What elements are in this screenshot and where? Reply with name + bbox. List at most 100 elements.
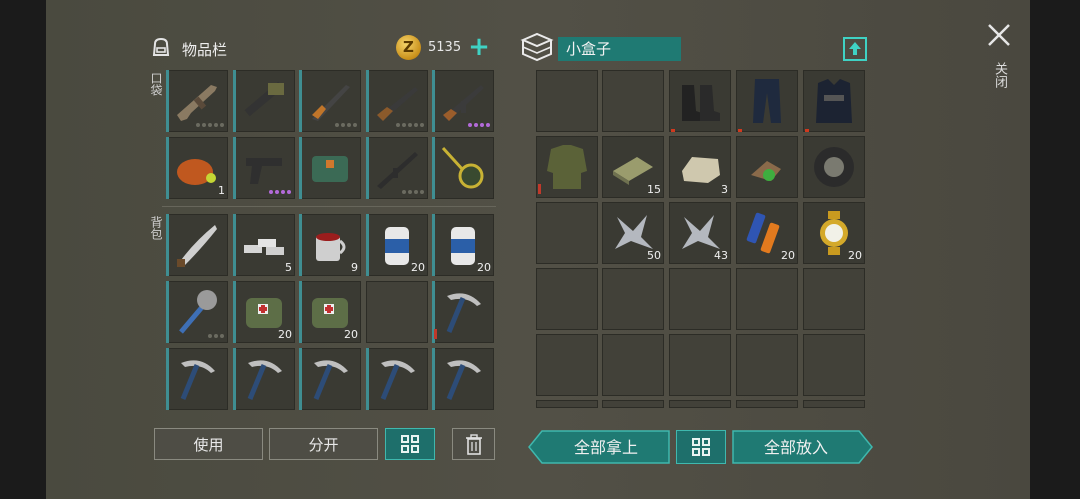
inventory-slot[interactable] xyxy=(803,400,865,408)
inventory-slot[interactable] xyxy=(432,70,494,132)
upgrade-dots xyxy=(208,334,224,338)
inventory-slot[interactable] xyxy=(803,268,865,330)
grid-icon xyxy=(692,438,710,456)
put-all-button[interactable]: 全部放入 xyxy=(732,430,873,464)
inventory-slot[interactable] xyxy=(803,334,865,396)
police-vest-icon xyxy=(816,79,852,123)
inventory-slot[interactable] xyxy=(736,268,798,330)
inventory-slot[interactable] xyxy=(602,400,664,408)
inventory-slot[interactable] xyxy=(233,348,295,410)
inventory-slot[interactable]: 20 xyxy=(299,281,361,343)
slot-indicator xyxy=(299,281,302,343)
inventory-slot[interactable] xyxy=(536,400,598,408)
inventory-slot[interactable] xyxy=(602,268,664,330)
inventory-slot[interactable] xyxy=(233,137,295,199)
inventory-slot[interactable]: 20 xyxy=(432,214,494,276)
inventory-slot[interactable]: 50 xyxy=(602,202,664,264)
trash-button[interactable] xyxy=(452,428,495,460)
item-quantity: 20 xyxy=(781,249,795,262)
put-all-label: 全部放入 xyxy=(764,438,828,457)
pickaxe-icon xyxy=(446,293,481,333)
container-name[interactable]: 小盒子 xyxy=(558,37,681,61)
add-coins-button[interactable]: + xyxy=(466,34,492,60)
inventory-slot[interactable] xyxy=(432,281,494,343)
inventory-slot[interactable] xyxy=(602,70,664,132)
inventory-slot[interactable] xyxy=(669,70,731,132)
close-icon[interactable] xyxy=(986,22,1012,48)
sort-container-button[interactable] xyxy=(676,430,726,464)
rocket-launcher-icon xyxy=(244,81,284,117)
inventory-slot[interactable] xyxy=(736,334,798,396)
inventory-slot[interactable] xyxy=(166,348,228,410)
coin-icon: Z xyxy=(396,35,421,60)
slot-indicator xyxy=(432,137,435,199)
boots-icon xyxy=(682,85,720,121)
inventory-slot[interactable] xyxy=(432,137,494,199)
inventory-slot[interactable] xyxy=(536,202,598,264)
inventory-slot[interactable] xyxy=(536,334,598,396)
inventory-slot[interactable] xyxy=(536,136,598,198)
shotgun-icon xyxy=(377,87,418,121)
inventory-slot[interactable] xyxy=(803,70,865,132)
take-all-button[interactable]: 全部拿上 xyxy=(528,430,670,464)
inventory-slot[interactable] xyxy=(366,281,428,343)
inventory-slot[interactable] xyxy=(736,70,798,132)
inventory-slot[interactable] xyxy=(432,348,494,410)
inventory-slot[interactable] xyxy=(669,334,731,396)
inventory-slot[interactable]: 9 xyxy=(299,214,361,276)
inventory-slot[interactable]: 5 xyxy=(233,214,295,276)
durability-tick xyxy=(671,129,675,132)
inventory-slot[interactable]: 20 xyxy=(366,214,428,276)
slot-indicator xyxy=(366,70,369,132)
inventory-slot[interactable] xyxy=(536,70,598,132)
close-label[interactable]: 关闭 xyxy=(990,62,1009,88)
inventory-slot[interactable] xyxy=(299,137,361,199)
split-button[interactable]: 分开 xyxy=(269,428,378,460)
inventory-slot[interactable] xyxy=(669,268,731,330)
tactical-pants-icon xyxy=(753,79,781,123)
inventory-slot[interactable] xyxy=(166,281,228,343)
item-quantity: 5 xyxy=(285,261,292,274)
inventory-slot[interactable] xyxy=(803,136,865,198)
inventory-slot[interactable]: 20 xyxy=(803,202,865,264)
inventory-slot[interactable] xyxy=(366,348,428,410)
inventory-slot[interactable] xyxy=(166,70,228,132)
box-icon xyxy=(520,32,554,62)
inventory-slot[interactable]: 15 xyxy=(602,136,664,198)
pocket-label: 口袋 xyxy=(149,72,163,96)
inventory-slot[interactable]: 3 xyxy=(669,136,731,198)
item-quantity: 20 xyxy=(278,328,292,341)
backpack-icon xyxy=(152,37,170,56)
metal-ingot-icon xyxy=(244,239,284,255)
inventory-slot[interactable] xyxy=(602,334,664,396)
item-quantity: 3 xyxy=(721,183,728,196)
inventory-slot[interactable] xyxy=(299,348,361,410)
inventory-slot[interactable] xyxy=(366,137,428,199)
slot-indicator xyxy=(233,214,236,276)
use-button[interactable]: 使用 xyxy=(154,428,263,460)
sort-inventory-button[interactable] xyxy=(385,428,435,460)
inventory-slot[interactable] xyxy=(536,268,598,330)
slot-indicator xyxy=(233,348,236,410)
inventory-slot[interactable] xyxy=(299,70,361,132)
inventory-slot[interactable] xyxy=(366,70,428,132)
inventory-slot[interactable]: 20 xyxy=(233,281,295,343)
slot-indicator xyxy=(166,137,169,199)
durability-tick xyxy=(805,129,809,132)
inventory-slot[interactable] xyxy=(736,400,798,408)
inventory-slot[interactable]: 20 xyxy=(736,202,798,264)
coin-count: 5135 xyxy=(428,40,462,55)
inventory-slot[interactable]: 1 xyxy=(166,137,228,199)
upload-icon[interactable] xyxy=(843,37,867,61)
section-divider xyxy=(162,206,496,207)
inventory-slot[interactable] xyxy=(233,70,295,132)
item-quantity: 9 xyxy=(351,261,358,274)
take-all-label: 全部拿上 xyxy=(574,438,638,457)
inventory-slot[interactable]: 43 xyxy=(669,202,731,264)
slot-indicator xyxy=(166,281,169,343)
inventory-slot[interactable] xyxy=(736,136,798,198)
upgrade-dots xyxy=(468,123,490,127)
inventory-slot[interactable] xyxy=(669,400,731,408)
upgrade-dots xyxy=(335,123,357,127)
inventory-slot[interactable] xyxy=(166,214,228,276)
